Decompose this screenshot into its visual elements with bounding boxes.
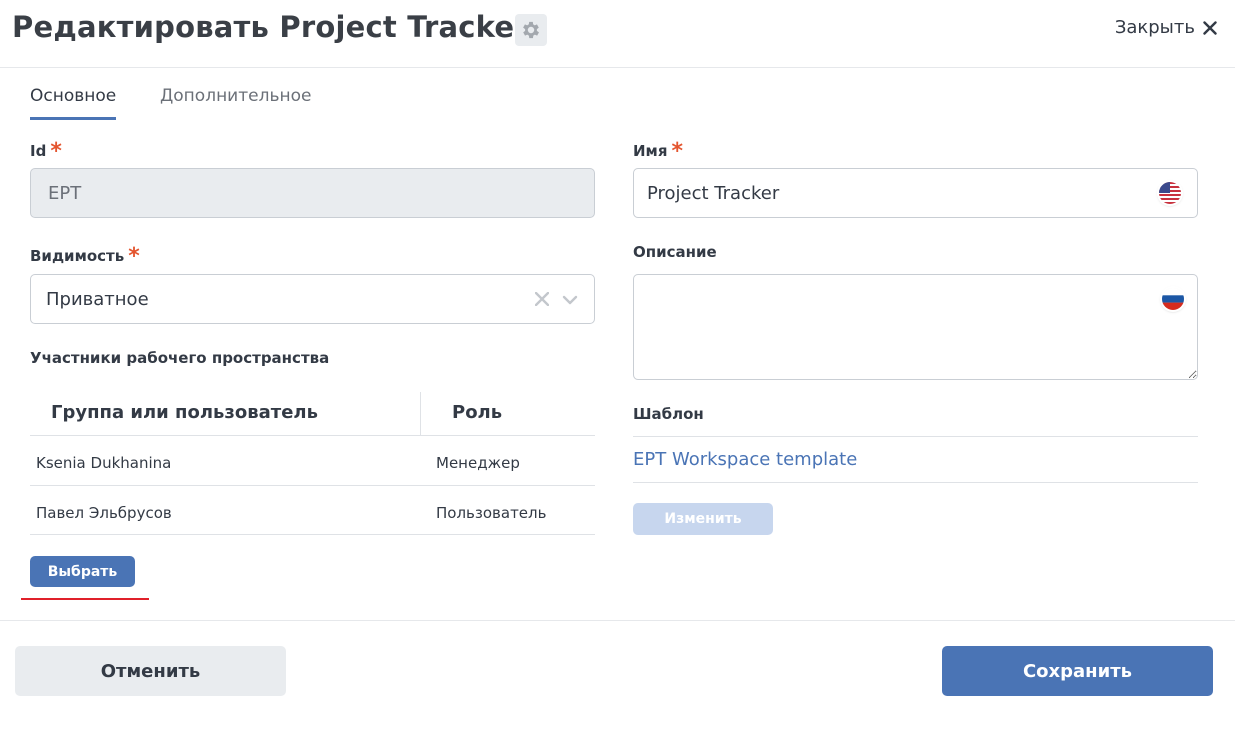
- required-mark: *: [671, 139, 683, 164]
- visibility-value: Приватное: [46, 288, 149, 310]
- required-mark: *: [50, 139, 62, 164]
- template-link[interactable]: EPT Workspace template: [633, 449, 857, 470]
- close-button[interactable]: Закрыть: [1115, 17, 1217, 38]
- id-label-text: Id: [30, 142, 47, 160]
- footer-divider: [0, 620, 1235, 621]
- table-cell-role: Менеджер: [436, 454, 520, 472]
- id-label: Id *: [30, 137, 62, 164]
- clear-icon[interactable]: [535, 292, 549, 306]
- name-field[interactable]: Project Tracker: [633, 168, 1198, 218]
- column-header-user[interactable]: Группа или пользователь: [51, 402, 318, 423]
- dialog-header: Редактировать Project Tracker Закрыть: [0, 0, 1235, 68]
- column-header-role[interactable]: Роль: [452, 402, 502, 423]
- table-cell-user: Павел Эльбрусов: [36, 504, 172, 522]
- template-divider: [633, 436, 1198, 437]
- table-cell-user: Ksenia Dukhanina: [36, 454, 172, 472]
- template-divider: [633, 482, 1198, 483]
- required-mark: *: [128, 244, 140, 269]
- ru-flag-icon[interactable]: [1162, 288, 1184, 310]
- tab-general[interactable]: Основное: [30, 86, 117, 120]
- table-divider: [30, 485, 595, 486]
- close-icon: [1203, 20, 1217, 35]
- description-field[interactable]: [633, 274, 1198, 380]
- table-divider: [30, 534, 595, 535]
- name-label: Имя *: [633, 137, 683, 164]
- table-divider: [30, 435, 595, 436]
- description-label: Описание: [633, 243, 717, 261]
- template-label: Шаблон: [633, 405, 704, 423]
- select-members-button[interactable]: Выбрать: [30, 556, 135, 587]
- save-button[interactable]: Сохранить: [942, 646, 1213, 696]
- visibility-label: Видимость *: [30, 242, 140, 269]
- cancel-button[interactable]: Отменить: [15, 646, 286, 696]
- settings-button[interactable]: [515, 14, 547, 46]
- dialog-title: Редактировать Project Tracker: [12, 10, 529, 44]
- change-template-button[interactable]: Изменить: [633, 503, 773, 535]
- name-label-text: Имя: [633, 142, 668, 160]
- tab-additional[interactable]: Дополнительное: [160, 86, 311, 120]
- visibility-select[interactable]: Приватное: [30, 274, 595, 324]
- us-flag-icon[interactable]: [1159, 182, 1181, 204]
- id-value: EPT: [48, 182, 82, 204]
- members-label: Участники рабочего пространства: [30, 349, 330, 367]
- id-field: EPT: [30, 168, 595, 218]
- close-label: Закрыть: [1114, 17, 1195, 38]
- visibility-label-text: Видимость: [30, 247, 125, 265]
- table-cell-role: Пользователь: [436, 504, 547, 522]
- chevron-down-icon[interactable]: [562, 294, 578, 306]
- annotation-underline: [21, 598, 149, 600]
- gear-icon: [523, 21, 539, 39]
- column-divider: [420, 392, 421, 435]
- name-value: Project Tracker: [647, 182, 780, 204]
